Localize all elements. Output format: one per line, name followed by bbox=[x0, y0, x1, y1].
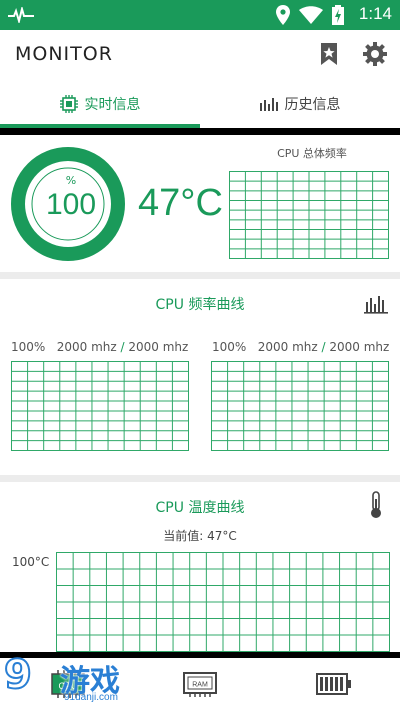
core1-current: 2000 mhz bbox=[56, 340, 117, 354]
core2-current: 2000 mhz bbox=[257, 340, 318, 354]
freq-section-title: CPU 频率曲线 bbox=[155, 297, 245, 313]
usage-value: 100 bbox=[45, 188, 97, 221]
nav-ram-label: RAM bbox=[192, 682, 208, 689]
pulse-icon bbox=[8, 7, 34, 23]
settings-gear-icon[interactable] bbox=[362, 41, 388, 67]
cpu-chip-icon bbox=[59, 95, 78, 113]
site-watermark: 9 游戏 91danji.com bbox=[2, 651, 142, 710]
battery-charging-icon bbox=[332, 5, 344, 25]
watermark-number: 9 bbox=[3, 651, 33, 699]
divider bbox=[0, 128, 400, 135]
temp-grid bbox=[56, 552, 390, 652]
watermark-url: 91danji.com bbox=[64, 692, 118, 703]
cpu-total-freq-grid bbox=[229, 171, 389, 259]
thermometer-icon[interactable] bbox=[369, 491, 383, 519]
section-gap bbox=[0, 475, 400, 482]
tab-bar: 实时信息 历史信息 bbox=[0, 80, 400, 128]
tab-history-label: 历史信息 bbox=[284, 97, 341, 113]
tab-history[interactable]: 历史信息 bbox=[200, 80, 400, 128]
app-bar: MONITOR bbox=[0, 30, 400, 80]
bar-chart-icon bbox=[259, 98, 278, 111]
temp-current-value: 当前值: 47°C bbox=[163, 529, 237, 543]
tab-realtime-label: 实时信息 bbox=[84, 97, 141, 113]
core2-percent: 100% bbox=[212, 340, 247, 354]
wifi-icon bbox=[299, 6, 323, 24]
core2-max: 2000 mhz bbox=[329, 340, 390, 354]
core1-max: 2000 mhz bbox=[128, 340, 189, 354]
bookmark-star-icon[interactable] bbox=[316, 41, 342, 67]
bar-chart-icon[interactable] bbox=[364, 294, 388, 314]
tab-realtime[interactable]: 实时信息 bbox=[0, 80, 200, 128]
cpu-total-freq-label: CPU 总体频率 bbox=[277, 147, 347, 160]
app-title: MONITOR bbox=[15, 43, 113, 65]
status-time: 1:14 bbox=[358, 4, 392, 23]
location-icon bbox=[276, 5, 290, 25]
usage-unit: % bbox=[65, 174, 77, 187]
core1-freq-label: 100% 2000 mhz / 2000 mhz bbox=[11, 340, 189, 354]
nav-battery-button[interactable] bbox=[316, 670, 352, 698]
temp-section-title: CPU 温度曲线 bbox=[155, 500, 245, 516]
core2-freq-grid bbox=[211, 361, 389, 451]
nav-ram-button[interactable]: RAM bbox=[182, 670, 218, 698]
core2-freq-label: 100% 2000 mhz / 2000 mhz bbox=[212, 340, 390, 354]
status-bar: 1:14 bbox=[0, 0, 400, 30]
section-gap bbox=[0, 272, 400, 279]
core1-freq-grid bbox=[11, 361, 189, 451]
cpu-temperature: 47°C bbox=[138, 182, 223, 224]
core1-percent: 100% bbox=[11, 340, 46, 354]
temp-y-max: 100°C bbox=[12, 555, 50, 569]
